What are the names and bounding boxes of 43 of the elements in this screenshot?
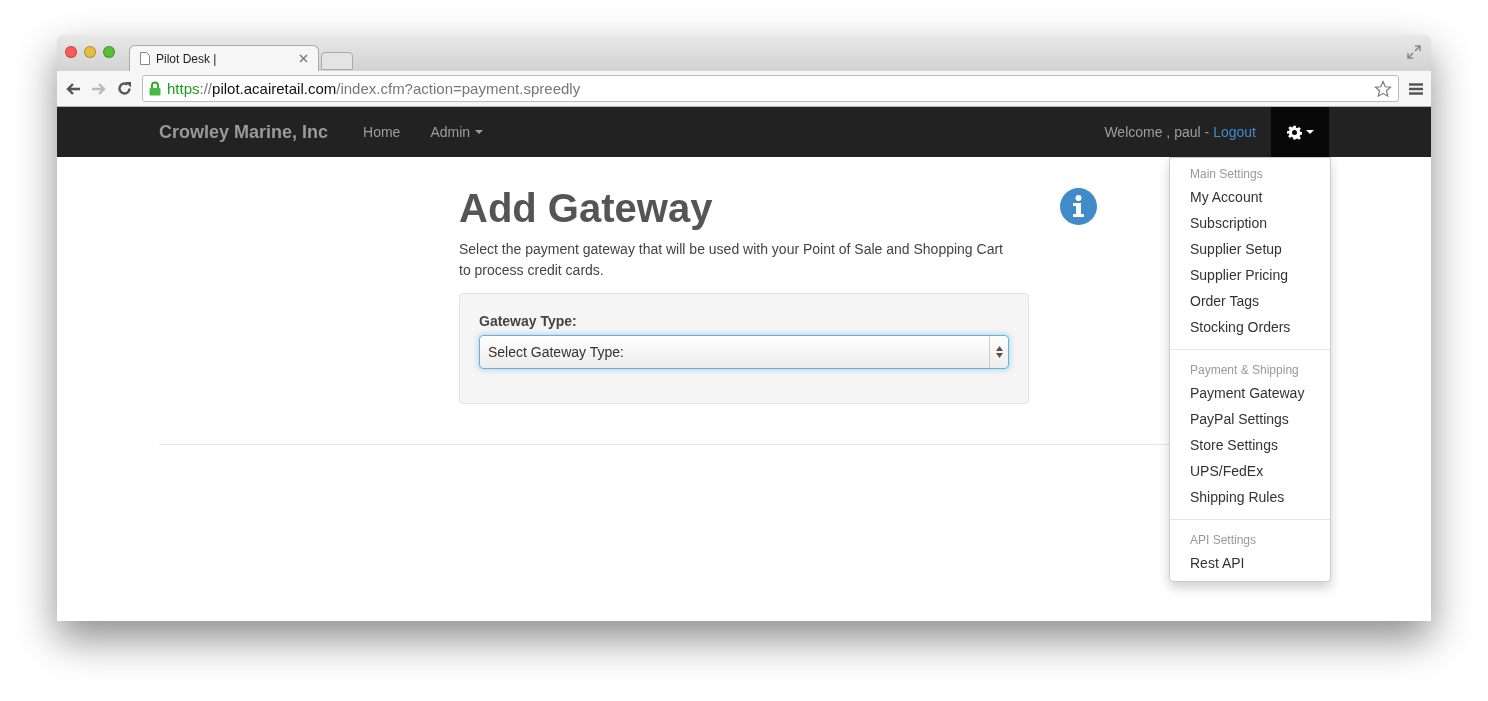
- menu-item[interactable]: Supplier Setup: [1170, 236, 1330, 262]
- menu-item[interactable]: Store Settings: [1170, 432, 1330, 458]
- minimize-window-button[interactable]: [84, 46, 96, 58]
- url-text: https://pilot.acairetail.com/index.cfm?action=payment.spreedly: [167, 80, 582, 97]
- nav-link[interactable]: Admin: [415, 124, 499, 140]
- zoom-window-button[interactable]: [103, 46, 115, 58]
- browser-tab[interactable]: Pilot Desk |: [129, 45, 319, 71]
- lock-icon: [149, 81, 161, 96]
- close-window-button[interactable]: [65, 46, 77, 58]
- back-icon[interactable]: [65, 81, 81, 96]
- menu-item[interactable]: Rest API: [1170, 550, 1330, 576]
- menu-section-header: API Settings: [1189, 532, 1258, 549]
- menu-icon[interactable]: [1409, 82, 1423, 95]
- menu-item[interactable]: Order Tags: [1170, 288, 1330, 314]
- fullscreen-icon[interactable]: [1407, 45, 1421, 59]
- gateway-type-select[interactable]: Select Gateway Type:: [479, 335, 1009, 369]
- menu-item[interactable]: Supplier Pricing: [1170, 262, 1330, 288]
- nav-link[interactable]: Home: [348, 124, 416, 140]
- brand-name[interactable]: Crowley Marine, Inc: [159, 121, 329, 143]
- menu-item[interactable]: UPS/FedEx: [1170, 458, 1330, 484]
- menu-item[interactable]: Payment Gateway: [1170, 380, 1330, 406]
- reload-icon[interactable]: [117, 81, 132, 96]
- field-label: Gateway Type:: [479, 313, 578, 329]
- address-bar[interactable]: https://pilot.acairetail.com/index.cfm?action=payment.spreedly: [142, 75, 1399, 102]
- logout-link[interactable]: Logout: [1213, 124, 1256, 140]
- menu-item[interactable]: Stocking Orders: [1170, 314, 1330, 340]
- menu-item[interactable]: PayPal Settings: [1170, 406, 1330, 432]
- menu-section-header: Main Settings: [1189, 166, 1264, 183]
- menu-item[interactable]: My Account: [1170, 184, 1330, 210]
- menu-section-header: Payment & Shipping: [1189, 362, 1300, 379]
- settings-icon: [1286, 124, 1302, 140]
- close-tab-icon[interactable]: [299, 54, 308, 63]
- page-title: Add Gateway: [459, 185, 714, 231]
- page-description: Select the payment gateway that will be used with your Point of Sale and Shopping Cart to process credit cards.: [459, 240, 1004, 280]
- info-icon[interactable]: [1060, 188, 1097, 225]
- settings-button[interactable]: [1271, 107, 1329, 157]
- page-icon: [140, 52, 150, 65]
- menu-item[interactable]: Subscription: [1170, 210, 1330, 236]
- welcome-text: Welcome , paul -: [1104, 124, 1210, 140]
- menu-item[interactable]: Shipping Rules: [1170, 484, 1330, 510]
- select-arrows-icon: [995, 346, 1003, 358]
- star-icon[interactable]: [1374, 79, 1392, 98]
- caret-icon: [1305, 130, 1314, 134]
